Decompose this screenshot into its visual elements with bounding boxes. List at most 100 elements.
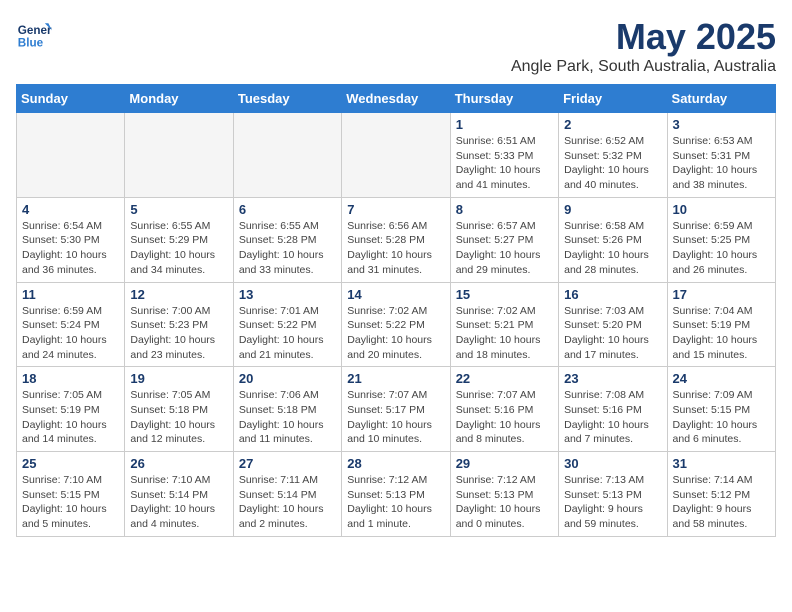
day-number: 19 (130, 371, 227, 386)
day-info: Sunrise: 7:14 AM Sunset: 5:12 PM Dayligh… (673, 473, 770, 532)
day-number: 31 (673, 456, 770, 471)
day-info: Sunrise: 6:55 AM Sunset: 5:29 PM Dayligh… (130, 219, 227, 278)
calendar-cell: 18Sunrise: 7:05 AM Sunset: 5:19 PM Dayli… (17, 367, 125, 452)
day-info: Sunrise: 7:08 AM Sunset: 5:16 PM Dayligh… (564, 388, 661, 447)
day-number: 9 (564, 202, 661, 217)
day-info: Sunrise: 7:02 AM Sunset: 5:21 PM Dayligh… (456, 304, 553, 363)
calendar-cell: 10 Sunrise: 6:59 AM Sunset: 5:25 PM Dayli… (667, 197, 775, 282)
day-number: 7 (347, 202, 444, 217)
calendar-cell: 4Sunrise: 6:54 AM Sunset: 5:30 PM Daylig… (17, 197, 125, 282)
day-number: 30 (564, 456, 661, 471)
title-block: May 2025 Angle Park, South Australia, Au… (511, 16, 776, 76)
calendar-cell: 8 Sunrise: 6:57 AM Sunset: 5:27 PM Daylig… (450, 197, 558, 282)
calendar-cell: 7Sunrise: 6:56 AM Sunset: 5:28 PM Daylig… (342, 197, 450, 282)
day-number: 21 (347, 371, 444, 386)
day-number: 17 (673, 287, 770, 302)
day-info: Sunrise: 7:07 AM Sunset: 5:16 PM Dayligh… (456, 388, 553, 447)
calendar-cell: 9 Sunrise: 6:58 AM Sunset: 5:26 PM Daylig… (559, 197, 667, 282)
weekday-header-friday: Friday (559, 85, 667, 113)
day-number: 22 (456, 371, 553, 386)
calendar-cell: 19 Sunrise: 7:05 AM Sunset: 5:18 PM Dayli… (125, 367, 233, 452)
day-info: Sunrise: 6:52 AM Sunset: 5:32 PM Dayligh… (564, 134, 661, 193)
day-number: 12 (130, 287, 227, 302)
day-info: Sunrise: 7:13 AM Sunset: 5:13 PM Dayligh… (564, 473, 661, 532)
calendar-cell: 29 Sunrise: 7:12 AM Sunset: 5:13 PM Dayli… (450, 452, 558, 537)
day-number: 3 (673, 117, 770, 132)
day-number: 4 (22, 202, 119, 217)
day-info: Sunrise: 7:06 AM Sunset: 5:18 PM Dayligh… (239, 388, 336, 447)
day-info: Sunrise: 7:10 AM Sunset: 5:14 PM Dayligh… (130, 473, 227, 532)
day-info: Sunrise: 6:59 AM Sunset: 5:25 PM Dayligh… (673, 219, 770, 278)
day-info: Sunrise: 6:57 AM Sunset: 5:27 PM Dayligh… (456, 219, 553, 278)
day-number: 16 (564, 287, 661, 302)
day-info: Sunrise: 6:59 AM Sunset: 5:24 PM Dayligh… (22, 304, 119, 363)
day-number: 27 (239, 456, 336, 471)
day-number: 1 (456, 117, 553, 132)
day-number: 25 (22, 456, 119, 471)
week-row-3: 11 Sunrise: 6:59 AM Sunset: 5:24 PM Dayli… (17, 282, 776, 367)
day-info: Sunrise: 6:58 AM Sunset: 5:26 PM Dayligh… (564, 219, 661, 278)
calendar-cell: 23 Sunrise: 7:08 AM Sunset: 5:16 PM Dayli… (559, 367, 667, 452)
day-number: 5 (130, 202, 227, 217)
calendar-cell: 12 Sunrise: 7:00 AM Sunset: 5:23 PM Dayli… (125, 282, 233, 367)
calendar-cell: 25Sunrise: 7:10 AM Sunset: 5:15 PM Dayli… (17, 452, 125, 537)
logo-icon: General Blue (16, 16, 52, 52)
day-info: Sunrise: 7:11 AM Sunset: 5:14 PM Dayligh… (239, 473, 336, 532)
calendar-cell: 6Sunrise: 6:55 AM Sunset: 5:28 PM Daylig… (233, 197, 341, 282)
calendar-cell (125, 113, 233, 198)
calendar-cell: 20 Sunrise: 7:06 AM Sunset: 5:18 PM Dayli… (233, 367, 341, 452)
day-info: Sunrise: 7:01 AM Sunset: 5:22 PM Dayligh… (239, 304, 336, 363)
weekday-header-monday: Monday (125, 85, 233, 113)
weekday-header-tuesday: Tuesday (233, 85, 341, 113)
day-info: Sunrise: 7:05 AM Sunset: 5:18 PM Dayligh… (130, 388, 227, 447)
calendar-table: SundayMondayTuesdayWednesdayThursdayFrid… (16, 84, 776, 537)
calendar-cell: 17Sunrise: 7:04 AM Sunset: 5:19 PM Dayli… (667, 282, 775, 367)
week-row-5: 25Sunrise: 7:10 AM Sunset: 5:15 PM Dayli… (17, 452, 776, 537)
svg-text:General: General (18, 24, 52, 37)
day-info: Sunrise: 6:53 AM Sunset: 5:31 PM Dayligh… (673, 134, 770, 193)
calendar-cell: 15 Sunrise: 7:02 AM Sunset: 5:21 PM Dayli… (450, 282, 558, 367)
calendar-cell: 14Sunrise: 7:02 AM Sunset: 5:22 PM Dayli… (342, 282, 450, 367)
calendar-cell (17, 113, 125, 198)
calendar-cell: 22 Sunrise: 7:07 AM Sunset: 5:16 PM Dayli… (450, 367, 558, 452)
calendar-cell: 21 Sunrise: 7:07 AM Sunset: 5:17 PM Dayli… (342, 367, 450, 452)
day-number: 20 (239, 371, 336, 386)
day-info: Sunrise: 7:00 AM Sunset: 5:23 PM Dayligh… (130, 304, 227, 363)
day-info: Sunrise: 6:51 AM Sunset: 5:33 PM Dayligh… (456, 134, 553, 193)
day-number: 2 (564, 117, 661, 132)
day-number: 15 (456, 287, 553, 302)
weekday-header-thursday: Thursday (450, 85, 558, 113)
day-number: 29 (456, 456, 553, 471)
calendar-cell: 2 Sunrise: 6:52 AM Sunset: 5:32 PM Daylig… (559, 113, 667, 198)
logo: General Blue (16, 16, 52, 52)
day-number: 8 (456, 202, 553, 217)
calendar-cell: 5 Sunrise: 6:55 AM Sunset: 5:29 PM Daylig… (125, 197, 233, 282)
location-title: Angle Park, South Australia, Australia (511, 58, 776, 76)
day-info: Sunrise: 7:12 AM Sunset: 5:13 PM Dayligh… (347, 473, 444, 532)
weekday-header-row: SundayMondayTuesdayWednesdayThursdayFrid… (17, 85, 776, 113)
day-info: Sunrise: 7:12 AM Sunset: 5:13 PM Dayligh… (456, 473, 553, 532)
svg-text:Blue: Blue (18, 37, 44, 50)
week-row-4: 18Sunrise: 7:05 AM Sunset: 5:19 PM Dayli… (17, 367, 776, 452)
day-number: 11 (22, 287, 119, 302)
day-number: 10 (673, 202, 770, 217)
weekday-header-wednesday: Wednesday (342, 85, 450, 113)
day-info: Sunrise: 6:55 AM Sunset: 5:28 PM Dayligh… (239, 219, 336, 278)
week-row-1: 1 Sunrise: 6:51 AM Sunset: 5:33 PM Daylig… (17, 113, 776, 198)
calendar-cell: 26 Sunrise: 7:10 AM Sunset: 5:14 PM Dayli… (125, 452, 233, 537)
weekday-header-saturday: Saturday (667, 85, 775, 113)
day-number: 24 (673, 371, 770, 386)
day-number: 23 (564, 371, 661, 386)
week-row-2: 4Sunrise: 6:54 AM Sunset: 5:30 PM Daylig… (17, 197, 776, 282)
day-number: 28 (347, 456, 444, 471)
day-info: Sunrise: 7:07 AM Sunset: 5:17 PM Dayligh… (347, 388, 444, 447)
day-info: Sunrise: 7:09 AM Sunset: 5:15 PM Dayligh… (673, 388, 770, 447)
calendar-cell: 31 Sunrise: 7:14 AM Sunset: 5:12 PM Dayli… (667, 452, 775, 537)
day-number: 14 (347, 287, 444, 302)
calendar-cell: 11 Sunrise: 6:59 AM Sunset: 5:24 PM Dayli… (17, 282, 125, 367)
calendar-cell: 28 Sunrise: 7:12 AM Sunset: 5:13 PM Dayli… (342, 452, 450, 537)
day-info: Sunrise: 7:05 AM Sunset: 5:19 PM Dayligh… (22, 388, 119, 447)
calendar-cell: 27 Sunrise: 7:11 AM Sunset: 5:14 PM Dayli… (233, 452, 341, 537)
day-number: 13 (239, 287, 336, 302)
day-number: 26 (130, 456, 227, 471)
